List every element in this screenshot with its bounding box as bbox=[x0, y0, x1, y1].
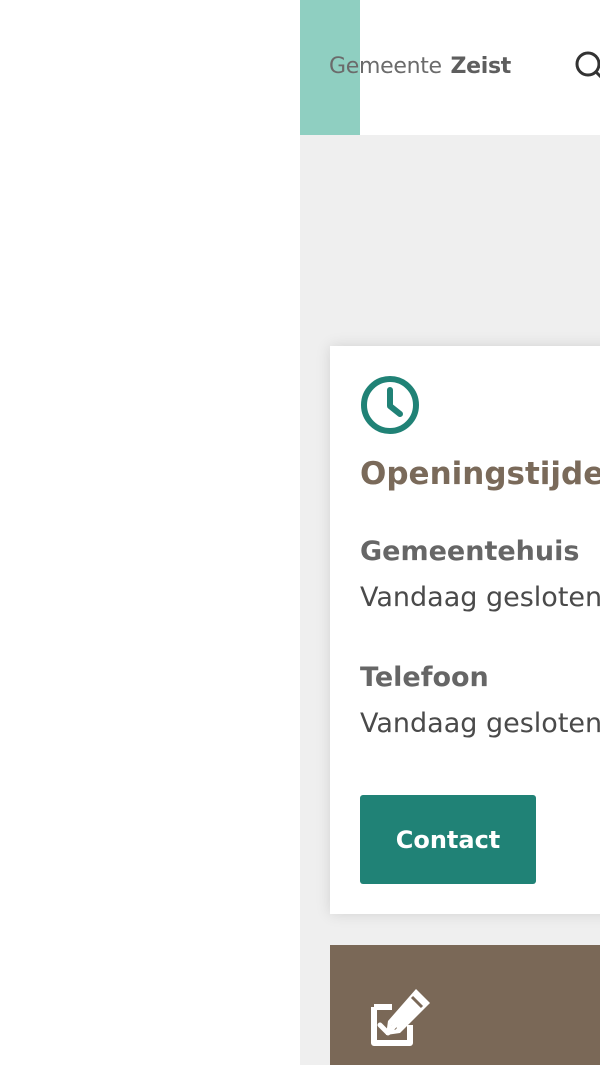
telefoon-label: Telefoon bbox=[360, 662, 489, 693]
search-icon bbox=[575, 51, 600, 79]
logo-name: Zeist bbox=[450, 54, 512, 79]
search-button[interactable] bbox=[574, 50, 600, 84]
clock-icon bbox=[361, 376, 419, 434]
next-service-card[interactable] bbox=[330, 945, 600, 1065]
blank-area bbox=[0, 0, 300, 1065]
gemeentehuis-label: Gemeentehuis bbox=[360, 536, 580, 567]
opening-hours-card: Openingstijden Gemeentehuis Vandaag gesl… bbox=[330, 346, 600, 914]
edit-form-icon bbox=[371, 989, 430, 1046]
site-logo[interactable]: Gemeente Zeist bbox=[329, 52, 511, 82]
telefoon-hours: Vandaag gesloten bbox=[360, 708, 600, 739]
site-header: Gemeente Zeist bbox=[300, 0, 600, 135]
gemeentehuis-hours: Vandaag gesloten bbox=[360, 582, 600, 613]
opening-hours-title: Openingstijden bbox=[360, 456, 600, 492]
contact-button[interactable]: Contact bbox=[360, 795, 536, 884]
page-viewport: Gemeente Zeist Openingstijden Gemeentehu… bbox=[300, 0, 600, 1065]
logo-prefix: Gemeente bbox=[329, 54, 442, 79]
